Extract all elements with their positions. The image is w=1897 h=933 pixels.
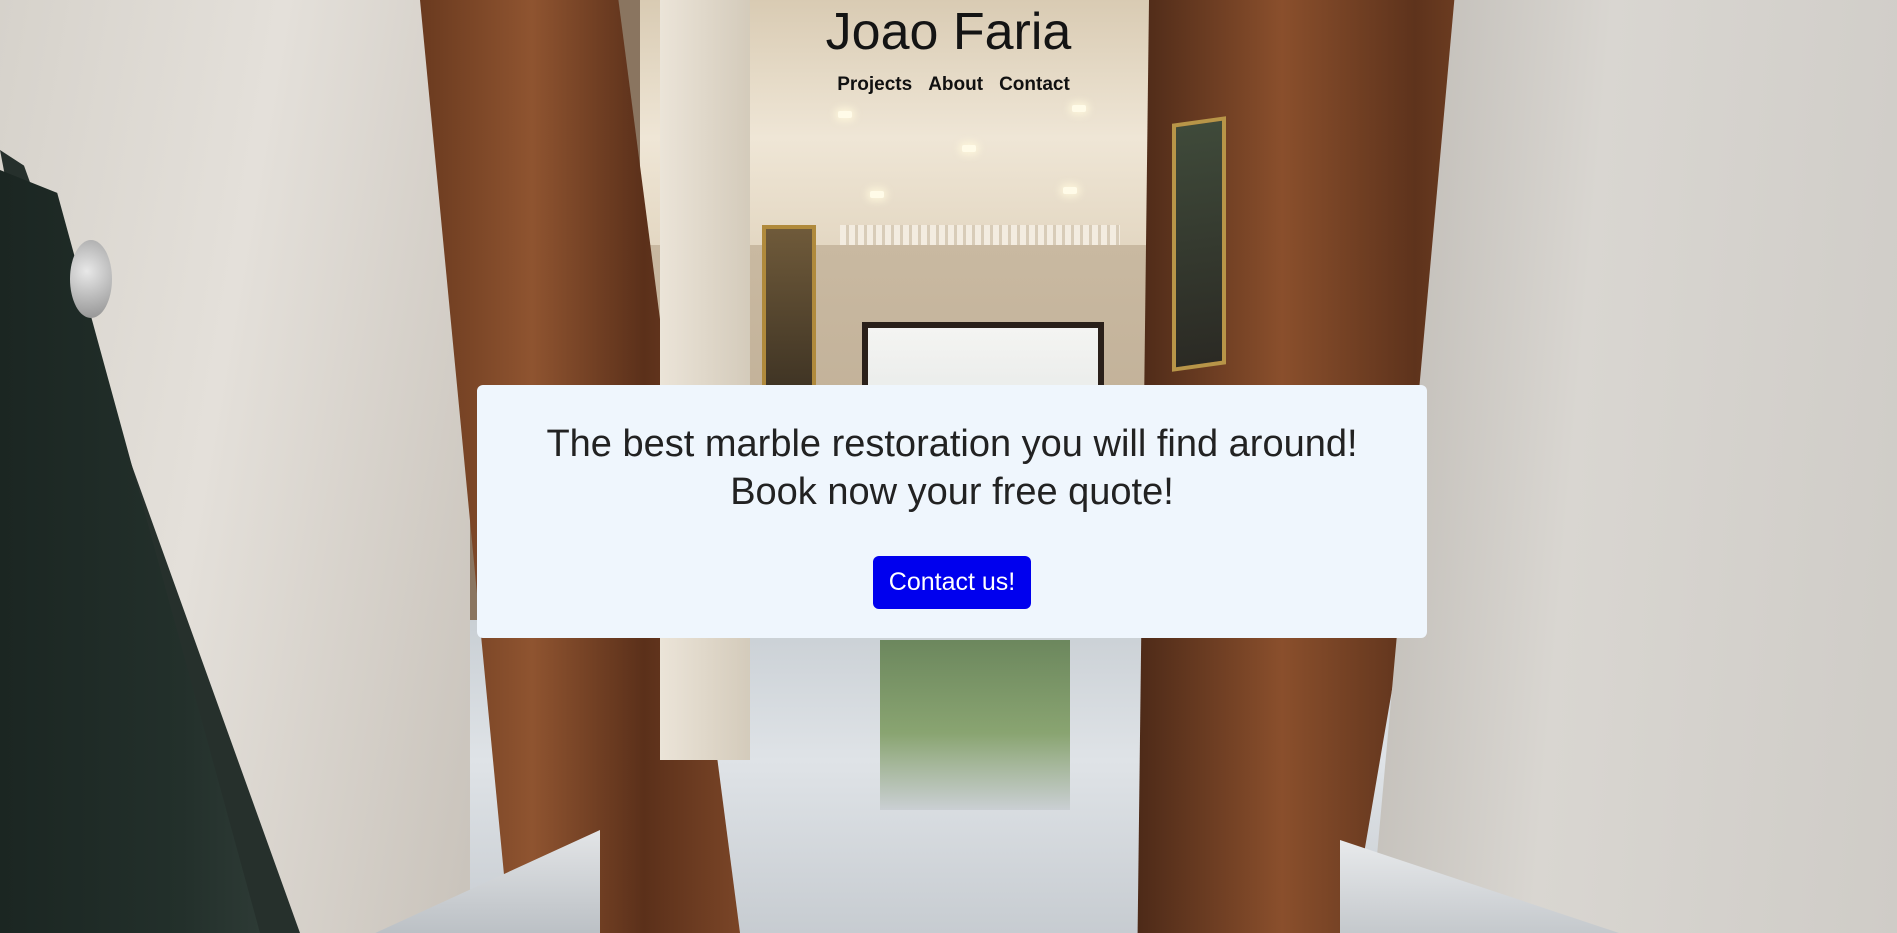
ceiling-light-icon [870, 191, 884, 198]
main-nav: Projects About Contact [0, 74, 1897, 96]
right-wall [1370, 0, 1897, 933]
painting-right [1172, 116, 1226, 372]
ceiling-cornice [840, 225, 1120, 247]
floor-reflection [880, 640, 1070, 810]
page: Joao Faria Projects About Contact The be… [0, 0, 1897, 933]
hero-headline: The best marble restoration you will fin… [477, 420, 1427, 516]
door-knob-icon [70, 240, 112, 318]
site-header: Joao Faria Projects About Contact [0, 0, 1897, 96]
ceiling-light-icon [962, 145, 976, 152]
nav-link-about[interactable]: About [928, 74, 983, 96]
nav-link-contact[interactable]: Contact [999, 74, 1070, 96]
ceiling-light-icon [1072, 105, 1086, 112]
site-title: Joao Faria [825, 3, 1072, 61]
ceiling-light-icon [838, 111, 852, 118]
ceiling-light-icon [1063, 187, 1077, 194]
hero-line-1: The best marble restoration you will fin… [546, 423, 1358, 465]
left-pillar [660, 0, 750, 760]
painting-left [762, 225, 816, 393]
hero-line-2: Book now your free quote! [730, 471, 1174, 513]
hero-card: The best marble restoration you will fin… [477, 385, 1427, 638]
contact-us-button[interactable]: Contact us! [872, 556, 1032, 609]
nav-link-projects[interactable]: Projects [837, 74, 912, 96]
